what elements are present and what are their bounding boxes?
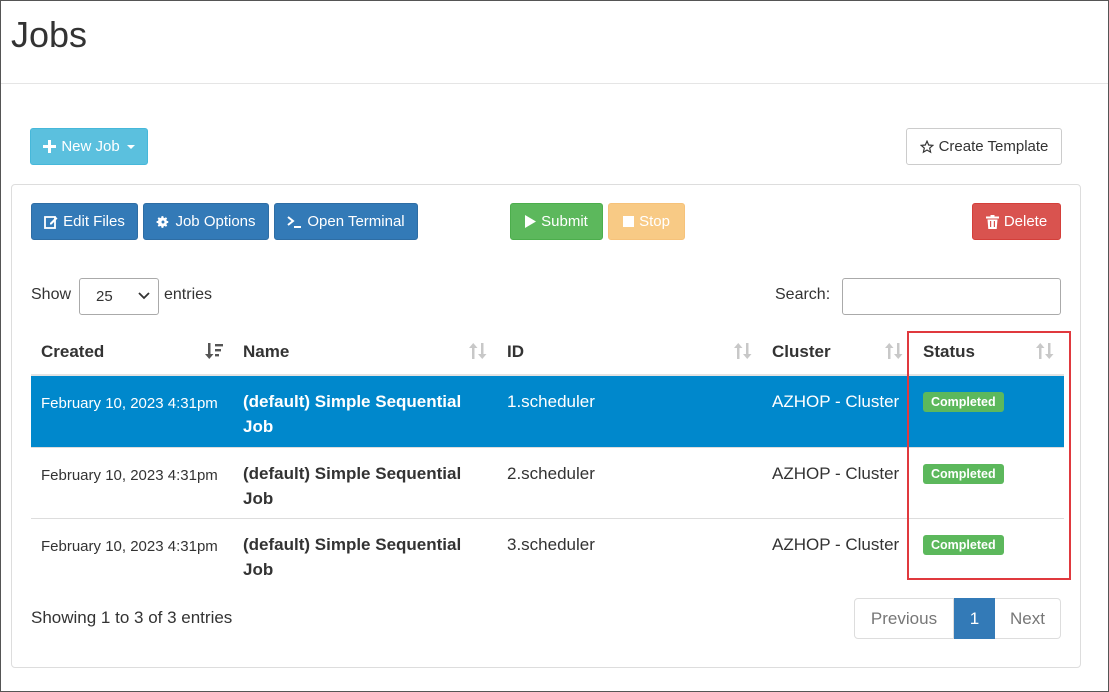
column-header-name[interactable]: Name — [243, 334, 289, 370]
search-input[interactable] — [842, 278, 1061, 315]
terminal-icon — [287, 215, 302, 228]
entries-per-page-select[interactable]: 25 — [79, 278, 159, 315]
create-template-label: Create Template — [938, 138, 1049, 155]
edit-files-label: Edit Files — [63, 213, 125, 230]
column-header-id[interactable]: ID — [507, 334, 524, 370]
column-header-created[interactable]: Created — [41, 334, 104, 370]
caret-down-icon — [126, 144, 135, 149]
id-cell: 1.scheduler — [507, 392, 595, 411]
title-divider — [1, 83, 1108, 84]
status-column-highlight — [907, 331, 1071, 580]
pagination: Previous 1 Next — [854, 598, 1061, 639]
star-outline-icon — [919, 139, 934, 153]
cluster-cell: AZHOP - Cluster — [772, 392, 900, 411]
stop-label: Stop — [639, 213, 670, 230]
created-cell: February 10, 2023 4:31pm — [41, 395, 218, 412]
delete-button[interactable]: Delete — [972, 203, 1061, 240]
sort-icon[interactable] — [885, 342, 903, 360]
trash-icon — [985, 214, 999, 229]
page-title: Jobs — [11, 14, 88, 55]
new-job-label: New Job — [61, 138, 120, 155]
next-page-button[interactable]: Next — [995, 598, 1061, 639]
open-terminal-label: Open Terminal — [307, 213, 405, 230]
submit-label: Submit — [541, 213, 588, 230]
name-cell: (default) Simple Sequential Job — [243, 464, 462, 508]
name-cell: (default) Simple Sequential Job — [243, 392, 462, 436]
id-cell: 2.scheduler — [507, 464, 595, 483]
job-options-button[interactable]: Job Options — [143, 203, 269, 240]
cluster-cell: AZHOP - Cluster — [772, 535, 900, 554]
entries-selected-value: 25 — [96, 288, 113, 305]
job-options-label: Job Options — [175, 213, 256, 230]
id-cell: 3.scheduler — [507, 535, 595, 554]
column-header-cluster[interactable]: Cluster — [772, 334, 831, 370]
cluster-cell: AZHOP - Cluster — [772, 464, 900, 483]
delete-label: Delete — [1003, 213, 1048, 230]
plus-icon — [43, 140, 57, 153]
edit-icon — [44, 215, 58, 229]
gear-icon — [157, 215, 169, 228]
created-cell: February 10, 2023 4:31pm — [41, 538, 218, 555]
sort-icon[interactable] — [469, 342, 487, 360]
entries-label: entries — [164, 286, 213, 303]
name-cell: (default) Simple Sequential Job — [243, 535, 462, 579]
table-info: Showing 1 to 3 of 3 entries — [31, 608, 233, 627]
sort-descending-icon[interactable] — [205, 342, 223, 360]
search-label: Search: — [775, 286, 831, 303]
created-cell: February 10, 2023 4:31pm — [41, 467, 218, 484]
show-label: Show — [31, 286, 72, 303]
submit-button[interactable]: Submit — [510, 203, 603, 240]
open-terminal-button[interactable]: Open Terminal — [274, 203, 418, 240]
sort-icon[interactable] — [734, 342, 752, 360]
page-1-button[interactable]: 1 — [954, 598, 995, 639]
stop-icon — [623, 216, 635, 227]
edit-files-button[interactable]: Edit Files — [31, 203, 138, 240]
chevron-down-icon — [138, 292, 150, 300]
play-icon — [525, 215, 537, 228]
previous-page-button[interactable]: Previous — [854, 598, 954, 639]
create-template-button[interactable]: Create Template — [906, 128, 1062, 165]
new-job-dropdown-button[interactable]: New Job — [30, 128, 148, 165]
stop-button[interactable]: Stop — [608, 203, 685, 240]
